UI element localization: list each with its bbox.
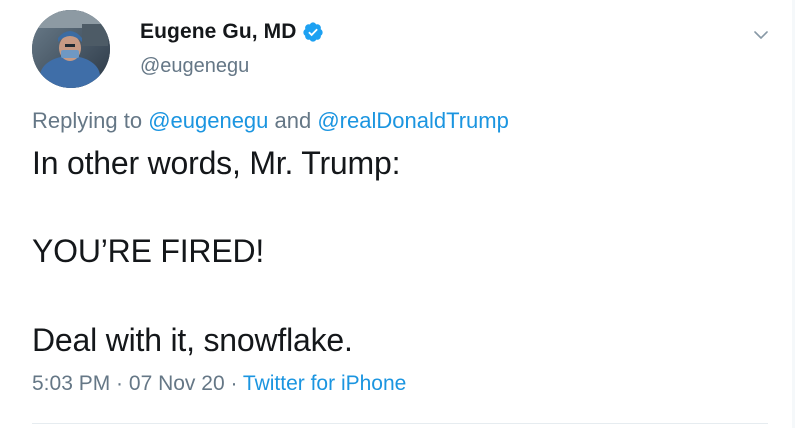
verified-badge-icon [303, 22, 324, 42]
tweet-time[interactable]: 5:03 PM [32, 372, 110, 395]
tweet-card: Eugene Gu, MD @eugenegu Replying to @eug… [0, 0, 795, 428]
tweet-text-line-3: Deal with it, snowflake. [32, 322, 353, 358]
replying-to-label: Replying to [32, 108, 149, 133]
mention-link-eugenegu[interactable]: @eugenegu [148, 108, 268, 133]
avatar[interactable] [32, 10, 110, 88]
divider [32, 423, 768, 424]
author-handle[interactable]: @eugenegu [140, 55, 249, 78]
tweet-source-link[interactable]: Twitter for iPhone [243, 372, 406, 395]
mention-link-realdonaldtrump[interactable]: @realDonaldTrump [317, 108, 508, 133]
tweet-meta: 5:03 PM · 07 Nov 20 · Twitter for iPhone [32, 372, 406, 396]
avatar-photo [32, 10, 110, 88]
tweet-text-line-2: YOU’RE FIRED! [32, 233, 265, 269]
meta-separator: · [110, 372, 129, 395]
author-name-row[interactable]: Eugene Gu, MD [140, 18, 324, 46]
tweet-text-line-1: In other words, Mr. Trump: [32, 145, 401, 181]
chevron-down-icon[interactable] [752, 26, 770, 44]
replying-to: Replying to @eugenegu and @realDonaldTru… [32, 108, 509, 134]
meta-separator: · [224, 372, 243, 395]
author-name[interactable]: Eugene Gu, MD [140, 20, 296, 44]
tweet-date[interactable]: 07 Nov 20 [129, 372, 225, 395]
replying-to-joiner: and [268, 108, 318, 133]
